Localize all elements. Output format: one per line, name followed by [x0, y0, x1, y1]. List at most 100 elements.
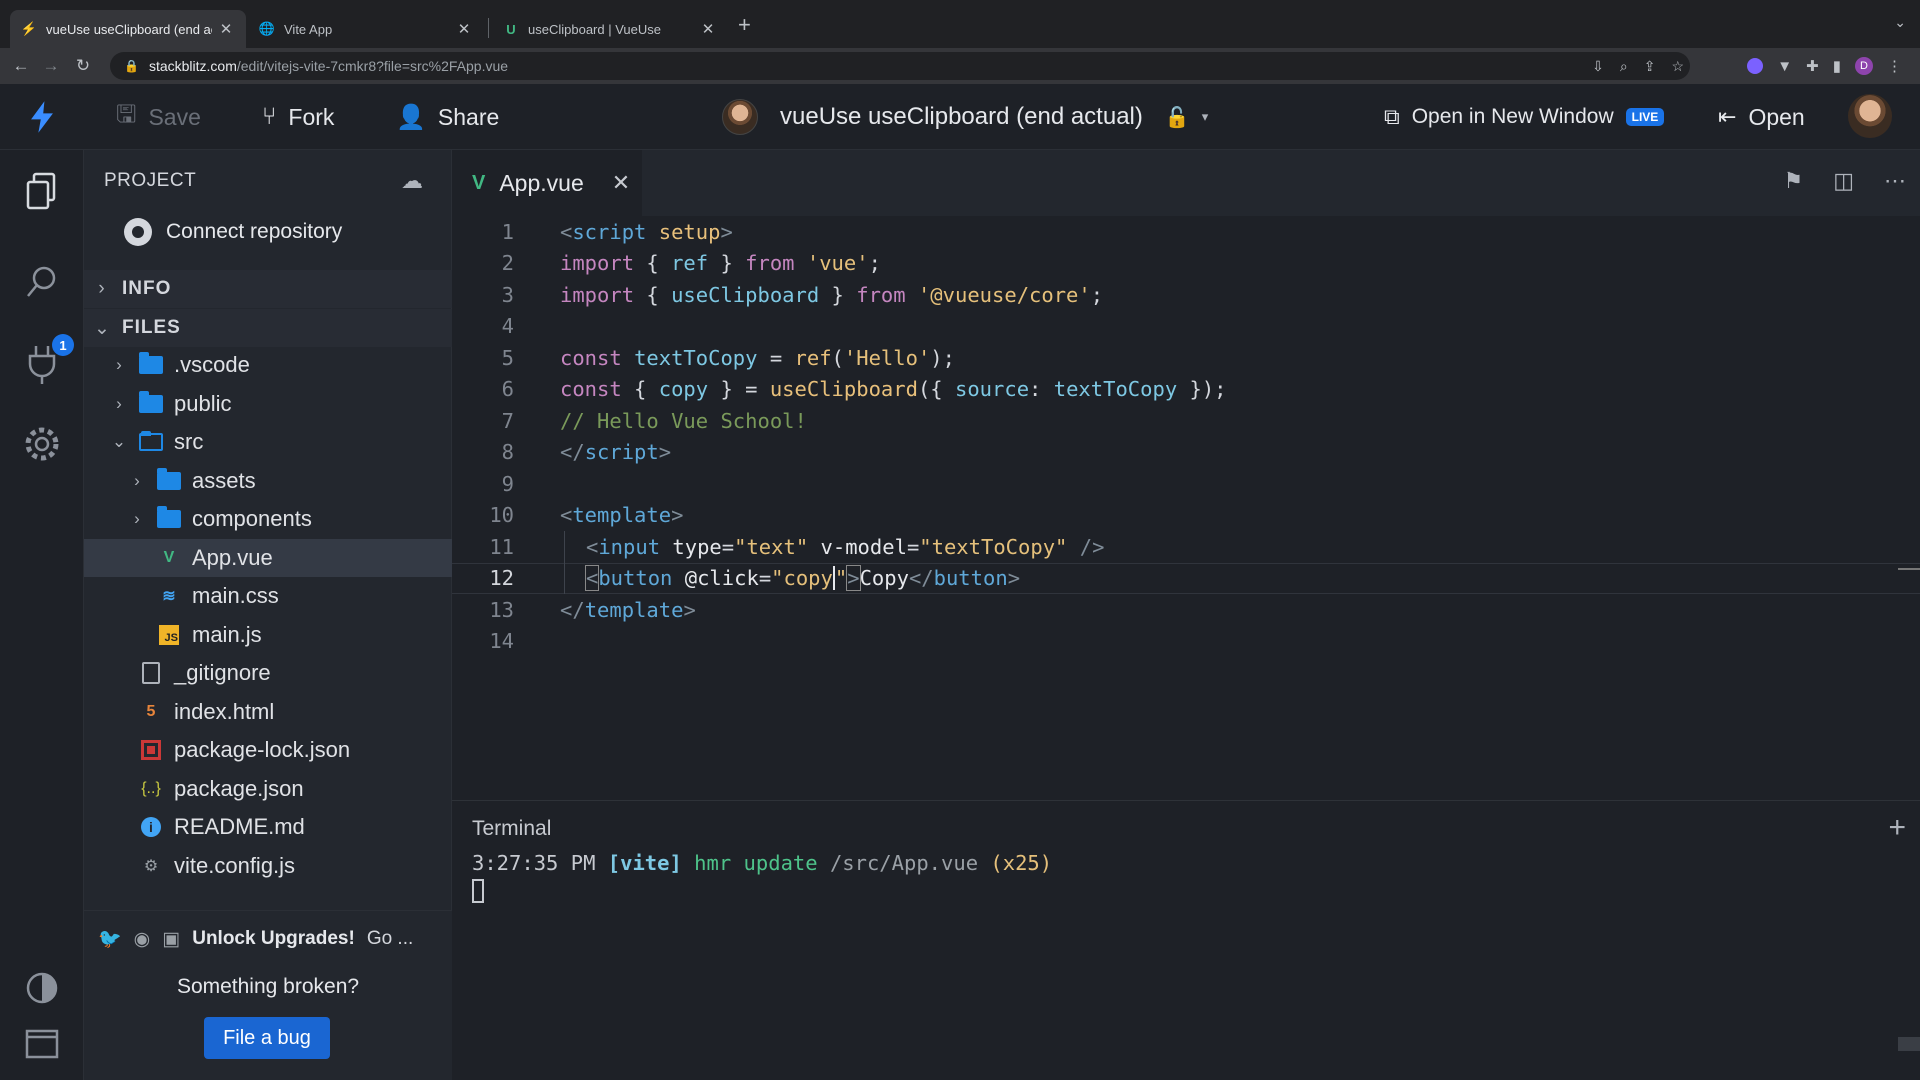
twitter-icon[interactable]: 🐦	[98, 927, 122, 951]
address-bar: ← → ↻ 🔒 stackblitz.com /edit/vitejs-vite…	[0, 48, 1920, 84]
browser-tab-3[interactable]: U useClipboard | VueUse ✕	[492, 10, 728, 48]
terminal-count: (x25)	[990, 851, 1053, 875]
unlock-label: Unlock Upgrades!	[192, 928, 355, 949]
code-line: 2 import { ref } from 'vue';	[452, 248, 1920, 280]
theme-toggle-icon[interactable]	[22, 968, 62, 1008]
format-icon[interactable]: ⚑	[1783, 168, 1803, 194]
open-folder-icon	[138, 431, 164, 453]
browser-tab-1[interactable]: ⚡ vueUse useClipboard (end actual) ✕	[10, 10, 246, 48]
open-external-icon: ⇤	[1718, 104, 1737, 129]
tree-file-main-js[interactable]: JS main.js	[84, 616, 452, 655]
terminal-panel[interactable]: Terminal + 3:27:35 PM [vite] hmr update …	[452, 800, 1920, 1080]
open-label: Open	[1748, 103, 1805, 130]
tree-label: components	[192, 506, 312, 532]
forward-icon[interactable]: →	[38, 56, 64, 76]
open-new-window-label: Open in New Window	[1411, 105, 1614, 128]
download-cloud-icon[interactable]: ☁	[401, 168, 423, 194]
code-text: </template>	[560, 597, 696, 622]
more-icon[interactable]: ⋯	[1884, 168, 1906, 194]
tree-folder-src[interactable]: ⌄ src	[84, 423, 452, 462]
gear-icon[interactable]	[22, 424, 62, 464]
code-text: </script>	[560, 440, 672, 465]
browser-tab-2[interactable]: 🌐 Vite App ✕	[248, 10, 484, 48]
files-section-header[interactable]: ⌄ FILES	[84, 309, 452, 347]
tree-folder-vscode[interactable]: › .vscode	[84, 346, 452, 385]
vue-devtools-icon[interactable]: ▼	[1777, 58, 1792, 75]
tree-file-index-html[interactable]: 5 index.html	[84, 693, 452, 732]
tree-file-gitignore[interactable]: _gitignore	[84, 654, 452, 693]
gear-icon: ⚙	[143, 857, 159, 875]
code-line: 4	[452, 311, 1920, 343]
code-text: import { ref } from 'vue';	[560, 251, 881, 276]
profile-avatar[interactable]: D	[1855, 57, 1873, 75]
tree-folder-public[interactable]: › public	[84, 385, 452, 424]
unlock-rest: Go ...	[366, 928, 414, 949]
close-tab-icon[interactable]: ✕	[700, 20, 716, 38]
share-page-icon[interactable]: ⇪	[1644, 58, 1656, 75]
install-icon[interactable]: ⇩	[1592, 58, 1604, 75]
tree-file-app-vue[interactable]: V App.vue	[84, 538, 452, 577]
code-area[interactable]: 1 <script setup> 2 import { ref } from '…	[452, 216, 1920, 800]
back-icon[interactable]: ←	[8, 56, 34, 76]
puzzle-icon[interactable]: ✚	[1806, 57, 1819, 75]
close-tab-icon[interactable]: ✕	[218, 20, 234, 38]
new-tab-button[interactable]: +	[738, 12, 751, 38]
connect-repository-button[interactable]: Connect repository	[124, 218, 342, 246]
kebab-menu-icon[interactable]: ⋮	[1887, 57, 1902, 75]
chevron-right-icon: ›	[134, 509, 140, 529]
tree-file-readme[interactable]: i README.md	[84, 808, 452, 847]
extensions-badge: 1	[52, 334, 74, 356]
unlock-upgrades-link[interactable]: 🐦 ◉ ▣ Unlock Upgrades! Go ...	[98, 927, 413, 951]
share-button[interactable]: 👤 Share	[396, 100, 499, 134]
info-section-header[interactable]: › INFO	[84, 270, 452, 308]
editor-tab-app-vue[interactable]: V App.vue ✕	[452, 150, 642, 216]
line-number: 13	[489, 597, 514, 622]
tree-label: main.css	[192, 583, 279, 609]
line-number: 3	[501, 282, 514, 307]
files-icon[interactable]	[22, 172, 62, 212]
vue-icon: V	[472, 171, 486, 194]
close-tab-icon[interactable]: ✕	[456, 20, 472, 38]
zoom-icon[interactable]: ⌕	[1620, 58, 1628, 75]
unlock-icon[interactable]: 🔓	[1165, 105, 1190, 130]
fork-button[interactable]: ⑂ Fork	[262, 100, 334, 134]
tab-search-chevron-icon[interactable]: ⌄	[1894, 14, 1906, 31]
tree-file-main-css[interactable]: ≋ main.css	[84, 577, 452, 616]
line-number: 14	[489, 629, 514, 654]
tree-file-package-lock[interactable]: package-lock.json	[84, 731, 452, 770]
browser-tabstrip: ⚡ vueUse useClipboard (end actual) ✕ 🌐 V…	[0, 0, 1920, 48]
discord-icon[interactable]: ▣	[162, 928, 180, 951]
chevron-down-icon[interactable]: ▾	[1202, 109, 1209, 125]
url-path: /edit/vitejs-vite-7cmkr8?file=src%2FApp.…	[236, 58, 509, 74]
github-icon[interactable]: ◉	[134, 928, 151, 951]
scrollbar-thumb[interactable]	[1898, 1037, 1920, 1051]
file-a-bug-button[interactable]: File a bug	[204, 1017, 330, 1059]
search-icon[interactable]	[22, 262, 62, 302]
tree-file-package-json[interactable]: {..} package.json	[84, 770, 452, 809]
add-terminal-icon[interactable]: +	[1888, 811, 1906, 845]
user-avatar[interactable]	[1848, 94, 1892, 138]
tree-file-vite-config[interactable]: ⚙ vite.config.js	[84, 847, 452, 886]
project-title[interactable]: vueUse useClipboard (end actual)	[780, 103, 1143, 131]
open-in-new-window-button[interactable]: ⧉ Open in New Window LIVE	[1384, 100, 1665, 134]
split-editor-icon[interactable]: ◫	[1833, 168, 1854, 194]
bookmark-star-icon[interactable]: ☆	[1671, 58, 1684, 75]
line-number: 2	[501, 251, 514, 276]
extension-icon[interactable]	[1747, 58, 1764, 74]
code-text: <script setup>	[560, 219, 733, 244]
owner-avatar[interactable]	[722, 99, 758, 135]
folder-icon	[138, 352, 164, 376]
panel-layout-icon[interactable]	[22, 1024, 62, 1064]
stackblitz-logo-icon[interactable]	[26, 100, 58, 134]
connect-label: Connect repository	[166, 220, 343, 243]
sidepanel-icon[interactable]: ▮	[1833, 57, 1841, 75]
tree-folder-assets[interactable]: › assets	[84, 462, 452, 501]
url-field[interactable]: 🔒 stackblitz.com /edit/vitejs-vite-7cmkr…	[110, 52, 1690, 80]
tree-folder-components[interactable]: › components	[84, 500, 452, 539]
save-button[interactable]: 🖫 Save	[116, 100, 201, 134]
reload-icon[interactable]: ↻	[70, 56, 96, 76]
open-button[interactable]: ⇤ Open	[1718, 100, 1805, 134]
code-line: 3 import { useClipboard } from '@vueuse/…	[452, 279, 1920, 311]
close-icon[interactable]: ✕	[612, 170, 630, 196]
vueuse-icon: U	[506, 21, 516, 37]
